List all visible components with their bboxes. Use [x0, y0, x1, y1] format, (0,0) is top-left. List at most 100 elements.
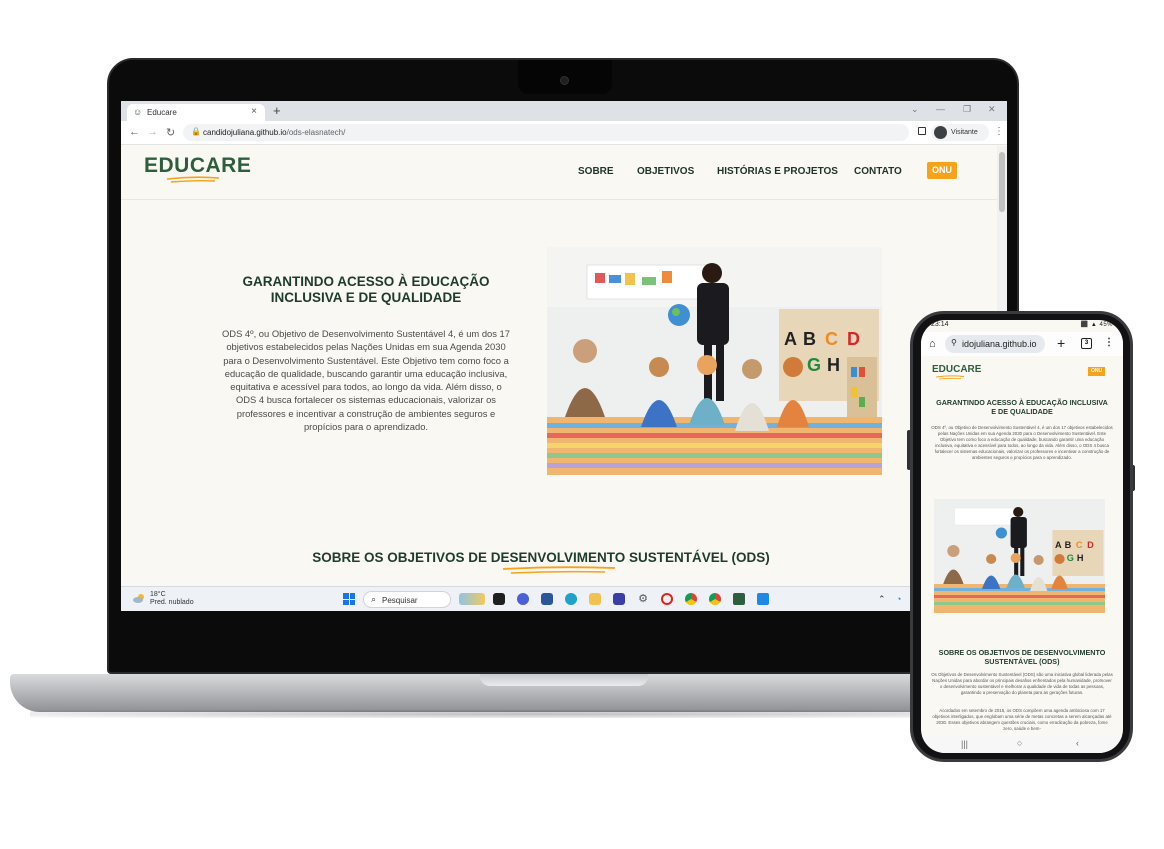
section-underline	[502, 566, 616, 574]
reload-button[interactable]: ↻	[166, 126, 175, 139]
svg-text:D: D	[1087, 540, 1094, 550]
taskbar-search-label: Pesquisar	[382, 596, 418, 605]
windows-start-icon[interactable]	[343, 593, 355, 605]
svg-text:G: G	[1067, 553, 1074, 563]
logo-underline	[166, 176, 220, 183]
mockup-stage: ☺ Educare × + ⌄ — ❐ ✕ ← → ↻ 🔒 candidojul…	[0, 0, 1164, 849]
url-field[interactable]: 🔒 candidojuliana.github.io/ods-elasnatec…	[183, 124, 909, 141]
recents-icon[interactable]: |||	[961, 739, 968, 749]
phone-url: idojuliana.github.io	[962, 339, 1037, 349]
svg-text:B: B	[803, 329, 816, 349]
onu-button[interactable]: ONU	[1088, 367, 1105, 376]
back-icon[interactable]: ‹	[1076, 738, 1079, 748]
site-logo[interactable]: EDUCARE	[144, 154, 251, 178]
nav-objetivos[interactable]: OBJETIVOS	[637, 166, 694, 177]
laptop-screen: ☺ Educare × + ⌄ — ❐ ✕ ← → ↻ 🔒 candidojul…	[121, 101, 1007, 611]
vscode-icon[interactable]	[757, 593, 769, 605]
search-icon: ⌕	[371, 594, 377, 604]
hero-title: GARANTINDO ACESSO À EDUCAÇÃO INCLUSIVA E…	[936, 398, 1108, 416]
widgets-icon[interactable]	[459, 593, 485, 605]
svg-text:C: C	[825, 329, 838, 349]
avatar	[934, 126, 947, 139]
tab-switcher-button[interactable]: 3	[1081, 338, 1092, 349]
status-icons: ⬛ ▲ 45%	[1080, 322, 1113, 328]
settings-icon[interactable]: ⚙	[637, 593, 649, 605]
home-icon[interactable]: ⌂	[929, 338, 936, 350]
laptop-bezel	[121, 611, 1007, 651]
tray-app-icon[interactable]: ◔	[896, 594, 901, 604]
task-view-icon[interactable]	[493, 593, 505, 605]
svg-text:H: H	[1077, 553, 1084, 563]
header-divider	[121, 199, 997, 200]
more-menu-icon[interactable]: ⋮	[1104, 337, 1114, 348]
tray-chevron-icon[interactable]: ⌃	[878, 594, 886, 605]
favicon-icon: ☺	[133, 107, 143, 117]
svg-text:H: H	[827, 355, 840, 375]
section-title: SOBRE OS OBJETIVOS DE DESENVOLVIMENTO SU…	[312, 550, 770, 565]
svg-text:C: C	[1076, 540, 1083, 550]
nav-contato[interactable]: CONTATO	[854, 166, 902, 177]
laptop-base-notch	[480, 674, 648, 686]
classroom-photo: A B C D G H	[547, 247, 882, 475]
profile-button[interactable]: Visitante	[931, 124, 989, 141]
chat-icon[interactable]	[517, 593, 529, 605]
phone-screen: 23:14 ⬛ ▲ 45% ⌂ ⚲ idojuliana.github.io +…	[921, 320, 1123, 753]
logo-underline	[935, 375, 965, 380]
windows-taskbar: 18°C Pred. nublado ⌕ Pesquisar ⚙ ⌃ ◔	[121, 586, 1007, 611]
browser-address-bar: ← → ↻ 🔒 candidojuliana.github.io/ods-ela…	[121, 121, 1007, 145]
app-icon[interactable]	[613, 593, 625, 605]
camera-icon	[560, 76, 569, 85]
url-path: /ods-elasnatech/	[286, 128, 346, 137]
hero-text: ODS 4º, ou Objetivo de Desenvolvimento S…	[222, 328, 510, 433]
website: EDUCARE SOBRE OBJETIVOS HISTÓRIAS E PROJ…	[121, 146, 997, 586]
classroom-photo: A B C D G H	[934, 499, 1105, 613]
tab-search-icon[interactable]	[918, 127, 926, 135]
minimize-button[interactable]: —	[936, 104, 945, 114]
forward-button[interactable]: →	[147, 126, 158, 138]
scrollbar-thumb[interactable]	[999, 152, 1005, 212]
browser-tab[interactable]: ☺ Educare ×	[127, 104, 265, 121]
browser-tab-bar: ☺ Educare × + ⌄ — ❐ ✕	[121, 101, 1007, 121]
file-explorer-icon[interactable]	[589, 593, 601, 605]
maximize-button[interactable]: ❐	[963, 104, 971, 115]
phone-url-field[interactable]: ⚲ idojuliana.github.io	[945, 335, 1045, 353]
tab-title: Educare	[147, 108, 177, 117]
close-window-button[interactable]: ✕	[988, 104, 996, 115]
weather-temperature: 18°C	[150, 591, 166, 598]
hero-title: GARANTINDO ACESSO À EDUCAÇÃO INCLUSIVA E…	[242, 274, 490, 305]
more-menu-icon[interactable]: ⋮	[994, 126, 1004, 137]
phone-status-bar: 23:14 ⬛ ▲ 45%	[921, 320, 1123, 332]
opera-icon[interactable]	[661, 593, 673, 605]
educare-app-icon[interactable]	[733, 593, 745, 605]
chrome-profile-icon[interactable]	[709, 593, 721, 605]
profile-label: Visitante	[951, 129, 978, 136]
back-button[interactable]: ←	[129, 126, 140, 138]
close-icon[interactable]: ×	[251, 106, 257, 117]
home-button-icon[interactable]: ○	[1017, 738, 1022, 748]
svg-text:A: A	[784, 329, 797, 349]
store-icon[interactable]	[541, 593, 553, 605]
android-nav-bar: ||| ○ ‹	[921, 736, 1123, 753]
section-text-2: Acordados em setembro de 2015, os ODS co…	[932, 708, 1112, 731]
hero-text: ODS 4º, ou Objetivo de Desenvolvimento S…	[931, 425, 1113, 460]
onu-button[interactable]: ONU	[927, 162, 957, 179]
edge-icon[interactable]	[565, 593, 577, 605]
nav-sobre[interactable]: SOBRE	[578, 166, 614, 177]
svg-text:A: A	[1055, 540, 1062, 550]
section-title: SOBRE OS OBJETIVOS DE DESENVOLVIMENTO SU…	[938, 648, 1106, 666]
chrome-icon[interactable]	[685, 593, 697, 605]
new-tab-button[interactable]: +	[1057, 335, 1065, 351]
section-text-1: Os Objetivos de Desenvolvimento Sustentá…	[931, 672, 1113, 695]
lock-icon: 🔒	[191, 127, 201, 136]
nav-historias-projetos[interactable]: HISTÓRIAS E PROJETOS	[717, 166, 838, 177]
svg-text:D: D	[847, 329, 860, 349]
new-tab-button[interactable]: +	[273, 103, 281, 118]
site-settings-icon[interactable]: ⚲	[951, 338, 957, 347]
svg-text:G: G	[807, 355, 821, 375]
url-host: candidojuliana.github.io	[203, 128, 287, 137]
taskbar-search[interactable]: ⌕ Pesquisar	[363, 591, 451, 608]
svg-text:B: B	[1065, 540, 1072, 550]
chevron-down-icon[interactable]: ⌄	[911, 104, 919, 115]
laptop-shadow	[30, 710, 1030, 718]
site-logo[interactable]: EDUCARE	[932, 364, 981, 375]
